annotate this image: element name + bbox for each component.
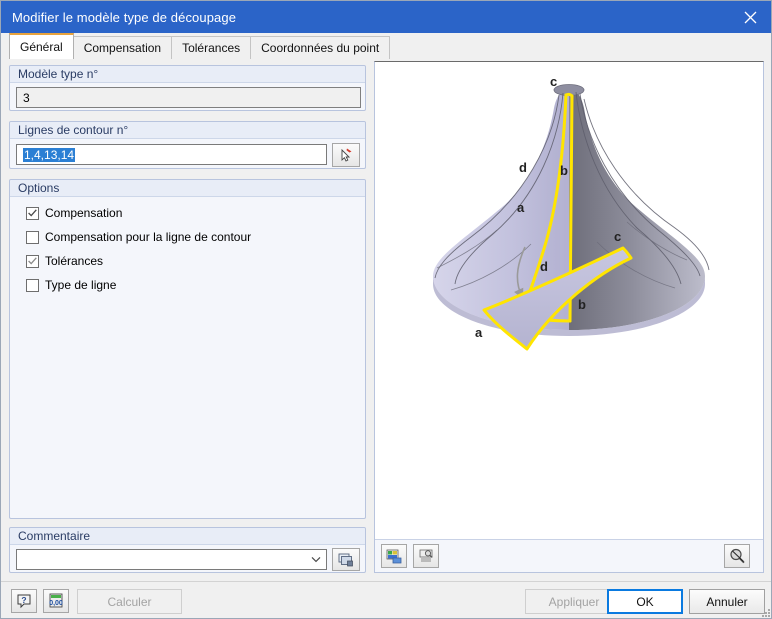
dialog-window: Modifier le modèle type de découpage Gén… <box>0 0 772 619</box>
export-image-button[interactable] <box>381 544 407 568</box>
ok-button[interactable]: OK <box>607 589 683 614</box>
zoom-reset-button[interactable] <box>724 544 750 568</box>
model-type-field[interactable]: 3 <box>16 87 361 108</box>
tab-general[interactable]: Général <box>9 33 74 59</box>
close-icon <box>744 11 756 23</box>
comment-library-button[interactable] <box>332 548 360 571</box>
checkbox-tolerances[interactable] <box>26 254 39 268</box>
model-type-group: Modèle type n° 3 <box>9 65 366 111</box>
check-icon <box>28 257 37 265</box>
option-tolerances-label: Tolérances <box>45 254 104 268</box>
check-icon <box>28 209 37 217</box>
model-type-group-title: Modèle type n° <box>10 66 365 83</box>
label-3d-c: c <box>550 74 557 89</box>
label-3d-d: d <box>519 160 527 175</box>
print-preview-icon <box>419 549 433 561</box>
chevron-down-icon <box>311 556 321 563</box>
options-group: Options Compensation Compensation pour l… <box>9 179 366 519</box>
option-line-type[interactable]: Type de ligne <box>26 278 116 292</box>
graphic-canvas[interactable]: c d b a c d b a <box>375 62 763 539</box>
pick-contour-button[interactable] <box>332 143 360 167</box>
option-compensation[interactable]: Compensation <box>26 206 122 220</box>
tab-point-coordinates[interactable]: Coordonnées du point <box>250 36 391 59</box>
graphic-panel: c d b a c d b a <box>374 61 764 573</box>
tab-strip: Général Compensation Tolérances Coordonn… <box>1 33 771 59</box>
copy-windows-icon <box>338 553 353 566</box>
option-compensation-label: Compensation <box>45 206 123 220</box>
cancel-button[interactable]: Annuler <box>689 589 765 614</box>
left-panel: Modèle type n° 3 Lignes de contour n° 1,… <box>9 61 366 573</box>
option-tolerances[interactable]: Tolérances <box>26 254 103 268</box>
option-line-type-label: Type de ligne <box>45 278 117 292</box>
contour-lines-group-title: Lignes de contour n° <box>10 122 365 139</box>
comment-combobox[interactable] <box>16 549 327 570</box>
tab-compensation[interactable]: Compensation <box>72 36 173 59</box>
label-flat-a: a <box>475 325 483 340</box>
funnel-edge-c <box>564 92 574 98</box>
comment-group-title: Commentaire <box>10 528 365 545</box>
tab-tolerances[interactable]: Tolérances <box>171 36 252 59</box>
svg-text:?: ? <box>21 595 26 605</box>
contour-lines-input[interactable]: 1,4,13,14 <box>16 144 327 165</box>
window-title: Modifier le modèle type de découpage <box>12 9 237 25</box>
print-preview-button[interactable] <box>413 544 439 568</box>
graphic-toolbar <box>375 539 763 572</box>
label-flat-b: b <box>578 297 586 312</box>
magnifier-cancel-icon <box>729 548 745 564</box>
help-bubble-icon: ? <box>17 594 31 609</box>
units-button[interactable]: 0,00 <box>43 589 69 613</box>
label-3d-b: b <box>560 163 568 178</box>
label-flat-c: c <box>614 229 621 244</box>
comment-group: Commentaire <box>9 527 366 573</box>
option-contour-compensation-label: Compensation pour la ligne de contour <box>45 230 252 244</box>
contour-lines-group: Lignes de contour n° 1,4,13,14 <box>9 121 366 169</box>
checkbox-contour-compensation[interactable] <box>26 230 39 244</box>
label-3d-a: a <box>517 200 525 215</box>
comment-dropdown-arrow[interactable] <box>306 556 326 563</box>
image-export-icon <box>386 549 401 563</box>
resize-grip-icon[interactable] <box>758 607 771 619</box>
label-flat-d: d <box>540 259 548 274</box>
options-group-title: Options <box>10 180 365 197</box>
close-button[interactable] <box>727 1 771 33</box>
help-button[interactable]: ? <box>11 589 37 613</box>
pick-cursor-icon <box>341 148 352 162</box>
contour-lines-value: 1,4,13,14 <box>23 147 76 162</box>
title-bar: Modifier le modèle type de découpage <box>1 1 771 33</box>
cutting-pattern-illustration: c d b a c d b a <box>433 74 710 351</box>
checkbox-line-type[interactable] <box>26 278 39 292</box>
option-contour-compensation[interactable]: Compensation pour la ligne de contour <box>26 230 251 244</box>
units-calculator-icon: 0,00 <box>49 593 63 608</box>
calculate-button[interactable]: Calculer <box>77 589 182 614</box>
checkbox-compensation[interactable] <box>26 206 39 220</box>
funnel-surface-right <box>569 89 705 330</box>
dialog-body: Modèle type n° 3 Lignes de contour n° 1,… <box>1 59 771 581</box>
dialog-footer: ? 0,00 Calculer Appliquer OK Annuler <box>1 581 771 619</box>
svg-text:0,00: 0,00 <box>49 600 63 607</box>
